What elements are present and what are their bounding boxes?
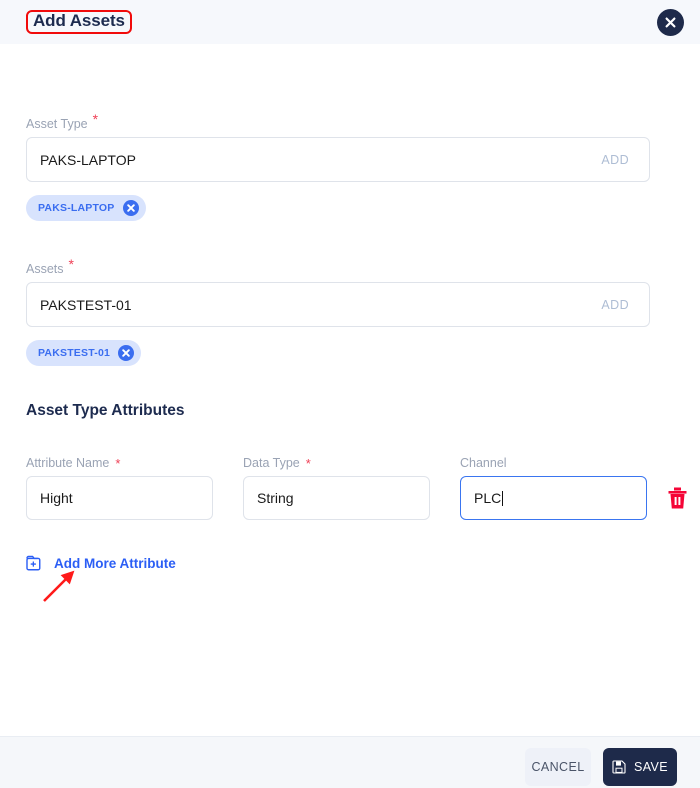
chip-remove-icon[interactable] xyxy=(122,200,139,216)
attribute-name-value: Hight xyxy=(40,490,73,506)
add-more-attribute-label: Add More Attribute xyxy=(54,556,176,571)
assets-label: Assets * xyxy=(26,256,74,276)
asset-type-label-text: Asset Type xyxy=(26,117,88,131)
data-type-value: String xyxy=(257,490,294,506)
delete-attribute-button[interactable] xyxy=(666,486,690,512)
data-type-label-text: Data Type xyxy=(243,456,300,470)
assets-value: PAKSTEST-01 xyxy=(40,296,132,313)
data-type-label: Data Type * xyxy=(243,456,311,470)
required-asterisk: * xyxy=(68,256,74,272)
attribute-name-input[interactable]: Hight xyxy=(26,476,213,520)
attribute-name-label-text: Attribute Name xyxy=(26,456,110,470)
trash-icon xyxy=(666,487,689,515)
required-asterisk: * xyxy=(305,455,311,471)
channel-label: Channel xyxy=(460,456,507,470)
attribute-name-label: Attribute Name * xyxy=(26,456,120,470)
save-button[interactable]: SAVE xyxy=(603,748,677,786)
close-x-icon xyxy=(665,17,676,28)
dialog-body: Asset Type * PAKS-LAPTOP ADD PAKS-LAPTOP… xyxy=(0,44,700,736)
dialog-footer: CANCEL SAVE xyxy=(0,736,700,788)
asset-type-add-button[interactable]: ADD xyxy=(601,153,649,167)
channel-value: PLC xyxy=(474,490,502,506)
asset-type-label: Asset Type * xyxy=(26,111,99,131)
attributes-section-heading: Asset Type Attributes xyxy=(26,402,185,419)
dialog-header: Add Assets xyxy=(0,0,700,44)
assets-input[interactable]: PAKSTEST-01 ADD xyxy=(26,282,650,327)
channel-label-text: Channel xyxy=(460,456,507,470)
channel-input[interactable]: PLC xyxy=(460,476,647,520)
chip-label: PAKSTEST-01 xyxy=(38,347,111,359)
text-caret xyxy=(502,490,504,506)
assets-chip[interactable]: PAKSTEST-01 xyxy=(26,340,142,366)
required-asterisk: * xyxy=(115,455,121,471)
folder-plus-icon xyxy=(26,555,45,572)
data-type-input[interactable]: String xyxy=(243,476,430,520)
assets-label-text: Assets xyxy=(26,262,64,276)
add-more-attribute-button[interactable]: Add More Attribute xyxy=(26,555,176,572)
asset-type-input[interactable]: PAKS-LAPTOP ADD xyxy=(26,137,650,182)
required-asterisk: * xyxy=(92,111,99,127)
cancel-button[interactable]: CANCEL xyxy=(525,748,591,786)
save-disk-icon xyxy=(612,760,626,774)
chip-remove-icon[interactable] xyxy=(118,345,135,361)
save-label: SAVE xyxy=(633,760,669,774)
page-title: Add Assets xyxy=(26,10,132,34)
asset-type-chip[interactable]: PAKS-LAPTOP xyxy=(26,195,146,221)
chip-label: PAKS-LAPTOP xyxy=(38,202,115,214)
close-button[interactable] xyxy=(657,9,684,36)
asset-type-value: PAKS-LAPTOP xyxy=(40,151,136,168)
assets-add-button[interactable]: ADD xyxy=(601,298,649,312)
